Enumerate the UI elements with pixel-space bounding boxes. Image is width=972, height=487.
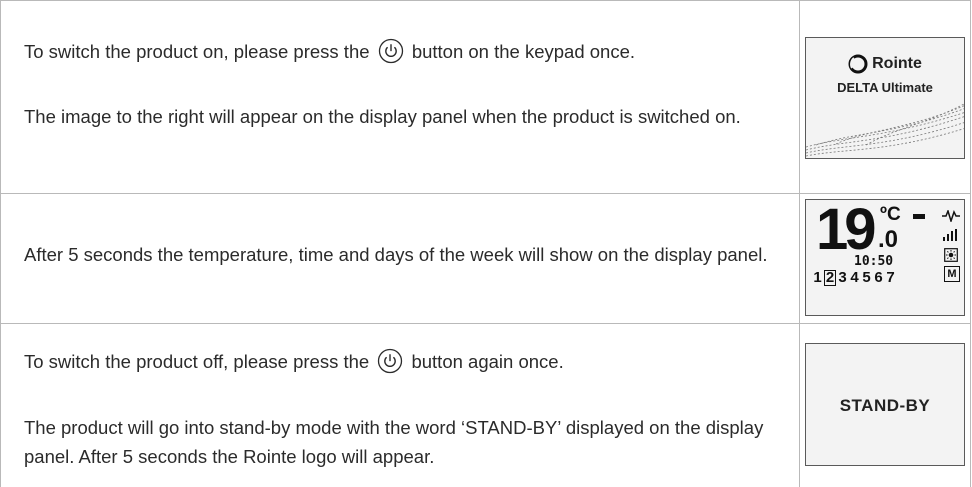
lcd-display: 19 ºC .0 10:50 1234567 M xyxy=(805,199,965,316)
table-border-left xyxy=(0,0,1,487)
day-indicator: 7 xyxy=(886,269,895,286)
row-divider-2 xyxy=(0,323,971,324)
temperature-integer: 19 xyxy=(816,199,876,262)
row-divider-1 xyxy=(0,193,971,194)
weekday-indicators: 1234567 xyxy=(812,269,897,286)
day-indicator: 4 xyxy=(850,269,859,286)
power-icon xyxy=(378,38,403,64)
row2-paragraph: After 5 seconds the temperature, time an… xyxy=(24,244,768,265)
standby-display: STAND-BY xyxy=(805,343,965,466)
row3-text-before: To switch the product off, please press … xyxy=(24,351,370,372)
sun-icon xyxy=(944,248,958,262)
wave-pattern-icon xyxy=(806,103,964,157)
day-indicator: 1 xyxy=(813,269,822,286)
power-icon xyxy=(378,348,403,374)
instruction-table: To switch the product on, please press t… xyxy=(0,0,971,487)
table-border-top xyxy=(0,0,971,1)
day-indicator: 5 xyxy=(862,269,871,286)
row3-paragraph1: To switch the product off, please press … xyxy=(24,347,784,376)
temperature-unit: ºC xyxy=(880,204,901,225)
model-name: DELTA Ultimate xyxy=(837,80,933,95)
level-bar-icon xyxy=(913,214,925,219)
brand-logo: Rointe xyxy=(806,54,964,74)
brand-name: Rointe xyxy=(872,55,922,73)
clock-time: 10:50 xyxy=(854,254,894,269)
day-indicator-selected: 2 xyxy=(824,269,836,286)
row1-text-after: button on the keypad once. xyxy=(411,41,636,62)
table-border-right xyxy=(970,0,971,487)
row1-paragraph2: The image to the right will appear on th… xyxy=(24,106,741,127)
day-indicator: 6 xyxy=(874,269,883,286)
row3-paragraph2: The product will go into stand-by mode w… xyxy=(24,417,764,467)
row3-text-after: button again once. xyxy=(411,351,564,372)
row1-paragraph1: To switch the product on, please press t… xyxy=(24,37,784,66)
signal-icon xyxy=(943,229,957,241)
standby-label: STAND-BY xyxy=(839,396,931,415)
mode-indicator: M xyxy=(944,266,960,282)
row1-text-before: To switch the product on, please press t… xyxy=(24,41,370,62)
day-indicator: 3 xyxy=(838,269,847,286)
rointe-logo-icon xyxy=(848,54,868,74)
heating-wave-icon xyxy=(942,210,960,222)
temperature-decimal: .0 xyxy=(878,226,899,253)
column-divider xyxy=(799,0,800,487)
logo-display: Rointe DELTA Ultimate xyxy=(805,37,965,159)
